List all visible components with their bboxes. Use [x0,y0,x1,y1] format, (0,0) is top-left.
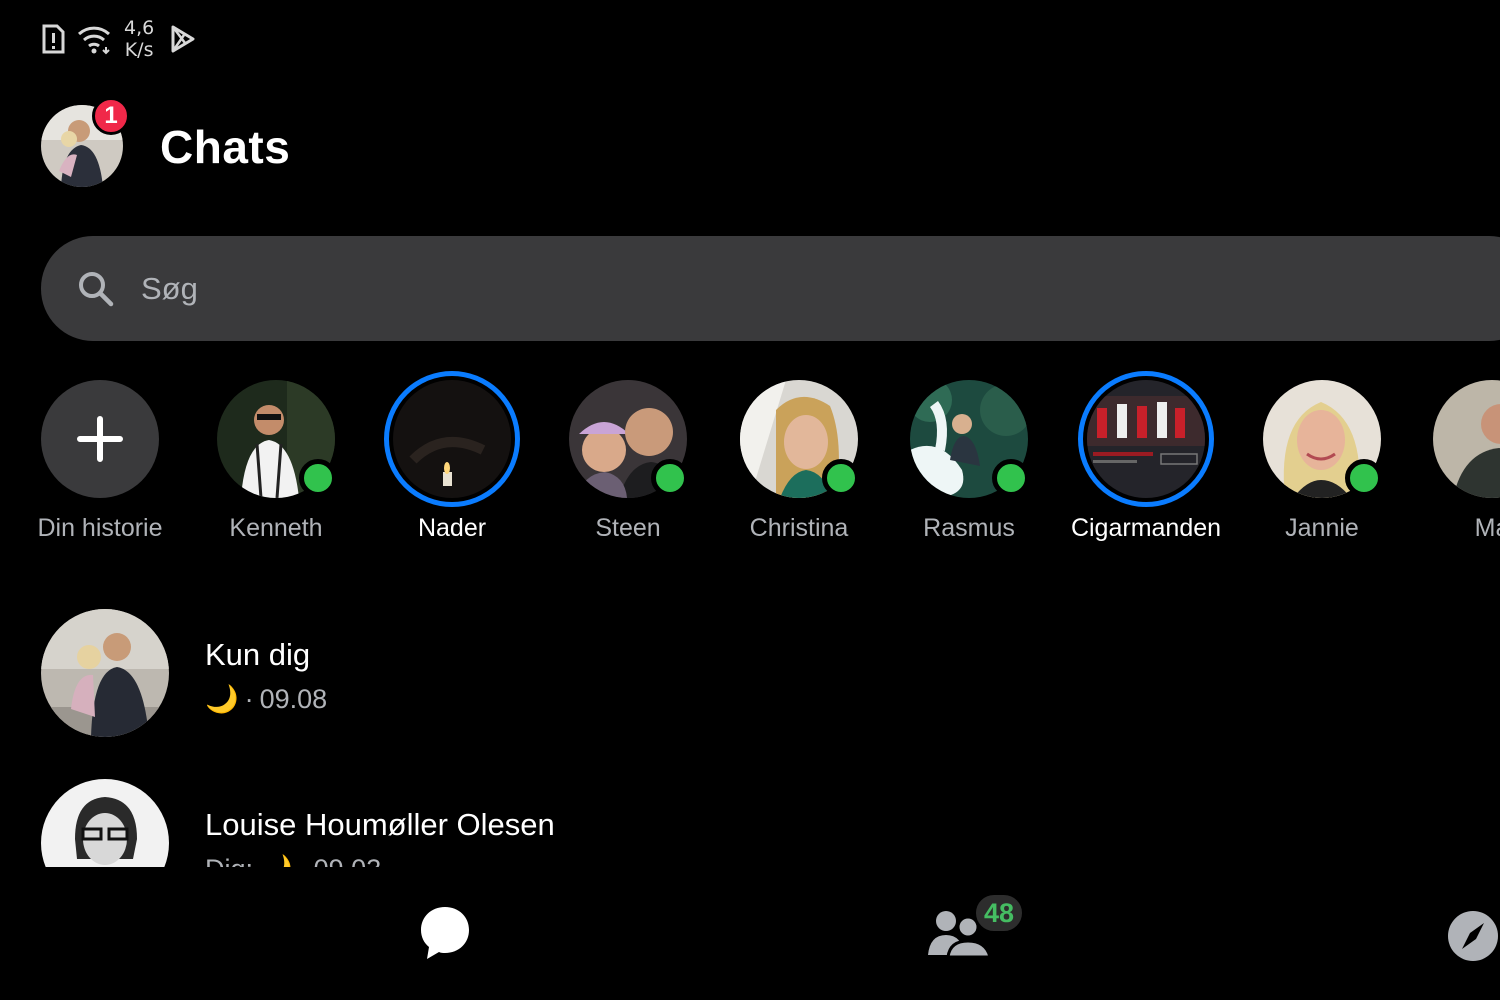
chat-separator: · [299,854,308,868]
chat-separator: · [244,683,254,714]
network-speed: 4,6 K/s [124,17,154,61]
wifi-icon [77,26,111,55]
chats-icon [421,907,469,959]
story-avatar [393,380,511,498]
story-nader[interactable]: Nader [367,371,537,558]
story-steen[interactable]: Steen [543,378,713,558]
moon-icon: 🌙 [205,684,239,714]
nav-chats[interactable] [419,905,471,966]
network-speed-unit: K/s [124,39,154,61]
chat-title: Louise Houmøller Olesen [205,807,555,842]
chat-time: 09.03 [314,854,382,868]
chat-subtitle: 🌙 · 09.08 [205,683,327,715]
moon-icon: 🌙 [259,853,293,867]
story-name: Ma [1474,514,1500,542]
people-badge: 48 [973,892,1025,934]
chat-time: 09.08 [259,683,328,714]
nav-discover[interactable] [1446,909,1500,968]
page-title: Chats [160,121,291,173]
discover-icon [1448,911,1498,961]
chat-preview: Dig: [205,854,253,868]
search-icon [79,272,114,307]
online-indicator [992,459,1030,497]
story-name: Nader [417,514,487,542]
online-indicator [299,459,337,497]
online-indicator [1345,459,1383,497]
play-store-icon [171,25,195,53]
story-name: Steen [595,514,661,542]
chat-title: Kun dig [205,637,311,672]
chat-list: Kun dig 🌙 · 09.08 Louise Houmøller Olese… [0,590,1500,867]
add-story-button[interactable] [41,380,159,498]
story-add[interactable]: Din historie [15,378,185,558]
chat-row-kun-dig[interactable]: Kun dig 🌙 · 09.08 [41,609,1461,749]
story-name: Rasmus [923,514,1015,542]
bottom-nav [0,867,1500,1000]
story-name: Cigarmanden [1070,514,1222,542]
search-input[interactable] [141,264,741,314]
story-name: Jannie [1285,514,1359,542]
story-kenneth[interactable]: Kenneth [191,378,361,558]
chat-subtitle: Dig: 🌙 · 09.03 [205,853,382,868]
story-avatar [1433,380,1500,498]
chat-avatar [41,609,169,737]
status-bar: 4,6 K/s [40,14,196,64]
story-rasmus[interactable]: Rasmus [884,378,1054,558]
online-indicator [651,459,689,497]
notification-badge: 1 [92,97,130,135]
story-jannie[interactable]: Jannie [1237,378,1407,558]
story-name: Kenneth [229,514,323,542]
online-indicator [822,459,860,497]
chat-avatar [41,779,169,867]
sim-alert-icon [42,24,65,54]
story-name: Din historie [37,514,163,542]
story-avatar [1087,380,1205,498]
plus-icon [77,416,123,462]
search-bar[interactable] [41,236,1500,341]
story-christina[interactable]: Christina [714,378,884,558]
story-name: Christina [749,514,849,542]
story-ma[interactable]: Ma [1407,378,1500,558]
network-speed-value: 4,6 [124,17,155,39]
story-cigarmanden[interactable]: Cigarmanden [1061,371,1231,558]
chat-row-louise[interactable]: Louise Houmøller Olesen Dig: 🌙 · 09.03 [41,779,1461,867]
